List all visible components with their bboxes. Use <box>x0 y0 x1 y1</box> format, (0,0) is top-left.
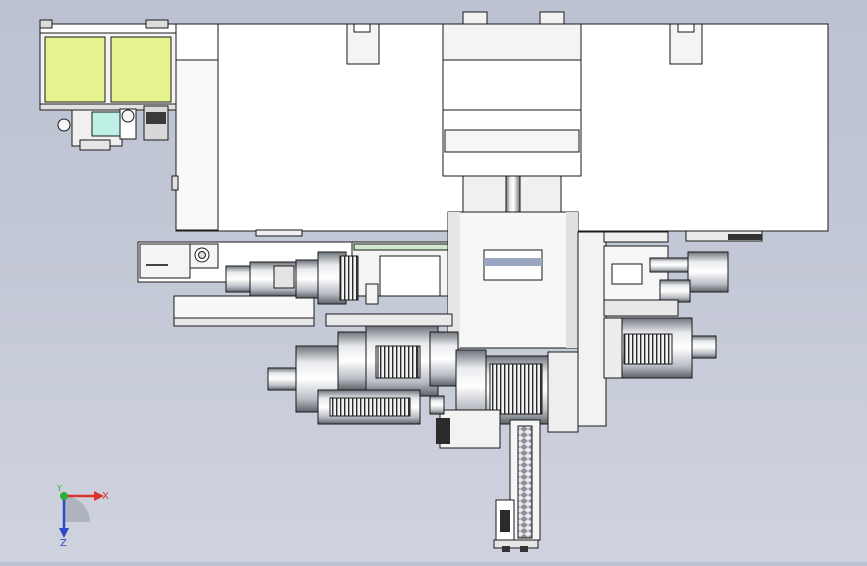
axis-y-label: Y <box>56 484 62 493</box>
assembly-drawing[interactable]: X Y Z <box>0 0 867 562</box>
display-panel-right <box>110 36 172 103</box>
right-motor[interactable] <box>603 317 717 379</box>
cad-viewport[interactable]: X Y Z <box>0 0 867 562</box>
triad-icon: X Y Z <box>56 484 109 549</box>
pneumatic-cylinder[interactable] <box>603 245 729 317</box>
teal-valve-block <box>91 111 121 137</box>
display-panel-left <box>44 36 106 103</box>
axis-x-label: X <box>102 491 109 502</box>
rack-drive[interactable] <box>493 419 541 552</box>
column-housing[interactable] <box>442 11 582 213</box>
axis-z-label: Z <box>60 538 67 549</box>
